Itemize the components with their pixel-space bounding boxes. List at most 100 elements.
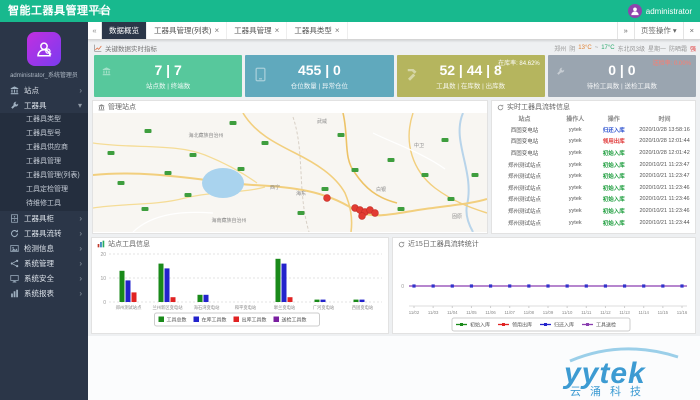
column-header: 站点 [492,113,557,124]
cell-time: 2020/10/28 13:58:16 [634,124,695,136]
weather-temp-high: 17°C [601,45,614,51]
weather-temp-low: 13°C [578,45,591,51]
weather-city: 郑州 [554,44,566,53]
sidebar-item-detection-info[interactable]: 检测信息› [0,241,88,256]
sidebar-item-tool-model[interactable]: 工器具型号 [0,127,88,141]
tabs-collapse-button[interactable]: « [88,22,102,39]
map-marker[interactable] [359,213,366,220]
svg-text:11/02: 11/02 [409,310,420,315]
road-badge [388,158,395,162]
sidebar-item-system-reports[interactable]: 系统报表› [0,286,88,301]
svg-text:11/05: 11/05 [466,310,477,315]
svg-text:11/11: 11/11 [581,310,592,315]
tab-tool-management[interactable]: 工器具管理× [227,22,287,39]
kpi-badge: 送检率: 0.00% [653,58,691,67]
sidebar-item-tool-circulation[interactable]: 工器具流转› [0,226,88,241]
bank-icon [10,86,20,95]
tab-bar: « 数据概览工器具管理(列表)×工器具管理×工器具类型× » 页签操作 ▾ × [88,22,700,40]
tab-label: 工器具管理 [234,25,272,36]
map-marker[interactable] [372,210,379,217]
weather-wind: 东北风3级 [618,44,645,53]
user-avatar-icon [628,4,642,18]
svg-text:皋兰变电站: 皋兰变电站 [274,304,296,311]
column-header: 操作人 [557,113,594,124]
table-row: 郑州测试站点yytek初始入库2020/10/21 11:23:46 [492,182,695,194]
wrench-icon [10,101,20,110]
refresh-icon[interactable] [398,241,405,248]
svg-text:送检工具数: 送检工具数 [282,317,307,324]
sidebar-item-tool-repair[interactable]: 待维修工具 [0,197,88,211]
sidebar-item-system-security[interactable]: 系统安全› [0,271,88,286]
sidebar-item-system-management[interactable]: 系统管理› [0,256,88,271]
hamburger-icon[interactable]: ≡ [98,0,105,22]
svg-text:初始入库: 初始入库 [470,322,490,329]
weather-condition: 阴 [569,44,575,53]
share-icon [10,259,20,268]
road-badge [108,151,115,155]
flow-table-header: 站点操作人操作时间 [492,113,695,124]
tabs-expand-button[interactable]: » [617,22,634,39]
svg-text:11/04: 11/04 [447,310,458,315]
map-panel: 管理站点 海北藏族自治州武威中卫白银西宁海东海南藏族自治州固原 [92,100,488,234]
cell-operation: 初始入库 [593,217,634,229]
road-badge [298,211,305,215]
tab-label: 工器具类型 [294,25,332,36]
road-badge [448,197,455,201]
close-icon[interactable]: × [335,26,340,35]
svg-text:11/13: 11/13 [619,310,630,315]
kpi-card-bins: 455 | 0仓位数量 | 异常仓位 [245,55,393,97]
map-panel-header: 管理站点 [93,101,487,113]
bar-chart-icon [97,240,105,248]
map-marker[interactable] [324,195,331,202]
footer: yytek 云涌科技 [88,336,700,400]
user-menu[interactable]: administrator [628,3,692,19]
tab-overview[interactable]: 数据概览 [102,22,147,39]
weather-tip: 防晒霜 [669,44,687,53]
close-icon[interactable]: × [215,26,220,35]
close-all-tabs-button[interactable]: × [683,22,700,39]
kpi-label: 工具数 | 在库数 | 出库数 [397,80,545,90]
svg-text:出库工具数: 出库工具数 [242,317,267,324]
kpi-label: 站点数 | 终端数 [94,80,242,90]
company-logo: yytek 云涌科技 [556,339,690,397]
cell-station: 郑州测试站点 [492,205,557,217]
cell-time: 2020/10/21 11:23:46 [634,194,695,206]
sidebar-item-tool-inspection[interactable]: 工具定检管理 [0,183,88,197]
bank-icon [102,67,111,76]
road-badge [322,187,329,191]
chart-line-icon [94,44,102,52]
bank-icon [98,104,105,111]
sidebar-item-tool-type[interactable]: 工器具类型 [0,113,88,127]
cell-operation: 初始入库 [593,147,634,159]
road-badge [338,133,345,137]
tab-operations-dropdown[interactable]: 页签操作 ▾ [634,22,683,39]
sidebar-item-tool-cabinet[interactable]: 工器具柜› [0,211,88,226]
svg-text:11/08: 11/08 [524,310,535,315]
close-icon[interactable]: × [275,26,280,35]
svg-text:11/09: 11/09 [543,310,554,315]
sidebar-logo-icon [27,32,61,66]
map[interactable]: 海北藏族自治州武威中卫白银西宁海东海南藏族自治州固原 [93,113,487,232]
chevron-right-icon: › [79,86,82,95]
sidebar-item-site[interactable]: 站点› [0,83,88,98]
tab-tool-type[interactable]: 工器具类型× [287,22,347,39]
svg-text:广河变电站: 广河变电站 [313,304,335,311]
sidebar-item-tools[interactable]: 工器具▾ [0,98,88,113]
kpi-label: 仓位数量 | 异常仓位 [245,80,393,90]
tab-tool-management-list[interactable]: 工器具管理(列表)× [147,22,227,39]
kpi-badge: 在库率: 84.62% [498,58,540,67]
sidebar-item-tool-management[interactable]: 工器具管理 [0,155,88,169]
flow-panel-header: 实时工器具流转信息 [492,101,695,113]
sidebar-item-tool-management-list[interactable]: 工器具管理(列表) [0,169,88,183]
cell-operator: yytek [557,194,594,206]
cell-operation: 初始入库 [593,205,634,217]
sidebar-item-tool-supplier[interactable]: 工器具供应商 [0,141,88,155]
column-header: 时间 [634,113,695,124]
cell-operation: 领用出库 [593,136,634,148]
line-chart-panel: 近15日工器具流转统计 011/0211/0311/0411/0511/0611… [392,237,696,334]
svg-text:工具总数: 工具总数 [167,317,187,324]
kpi-cards: 7 | 7站点数 | 终端数455 | 0仓位数量 | 异常仓位在库率: 84.… [94,55,696,97]
section-header: 关键数据实时指标 郑州 阴 13°C ~ 17°C 东北风3级 星期一 防晒霜 … [94,43,696,53]
refresh-icon[interactable] [497,104,504,111]
cell-operator: yytek [557,205,594,217]
